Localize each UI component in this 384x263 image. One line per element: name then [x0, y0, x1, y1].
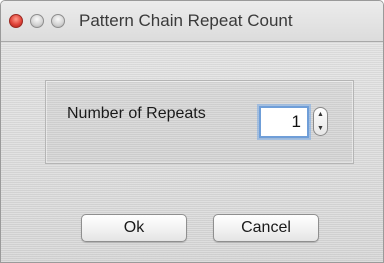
- zoom-icon[interactable]: [51, 14, 65, 28]
- window-title: Pattern Chain Repeat Count: [79, 11, 293, 30]
- chevron-down-icon[interactable]: ▼: [314, 122, 327, 136]
- repeats-label: Number of Repeats: [67, 105, 206, 122]
- ok-button[interactable]: Ok: [81, 214, 187, 242]
- title-bar[interactable]: Pattern Chain Repeat Count: [1, 1, 383, 42]
- dialog-window: Pattern Chain Repeat Count Number of Rep…: [0, 0, 384, 263]
- close-icon[interactable]: [9, 14, 23, 28]
- cancel-button[interactable]: Cancel: [213, 214, 319, 242]
- chevron-up-icon[interactable]: ▲: [314, 108, 327, 122]
- repeats-stepper[interactable]: ▲ ▼: [313, 107, 328, 136]
- repeats-input[interactable]: [259, 106, 309, 138]
- minimize-icon[interactable]: [30, 14, 44, 28]
